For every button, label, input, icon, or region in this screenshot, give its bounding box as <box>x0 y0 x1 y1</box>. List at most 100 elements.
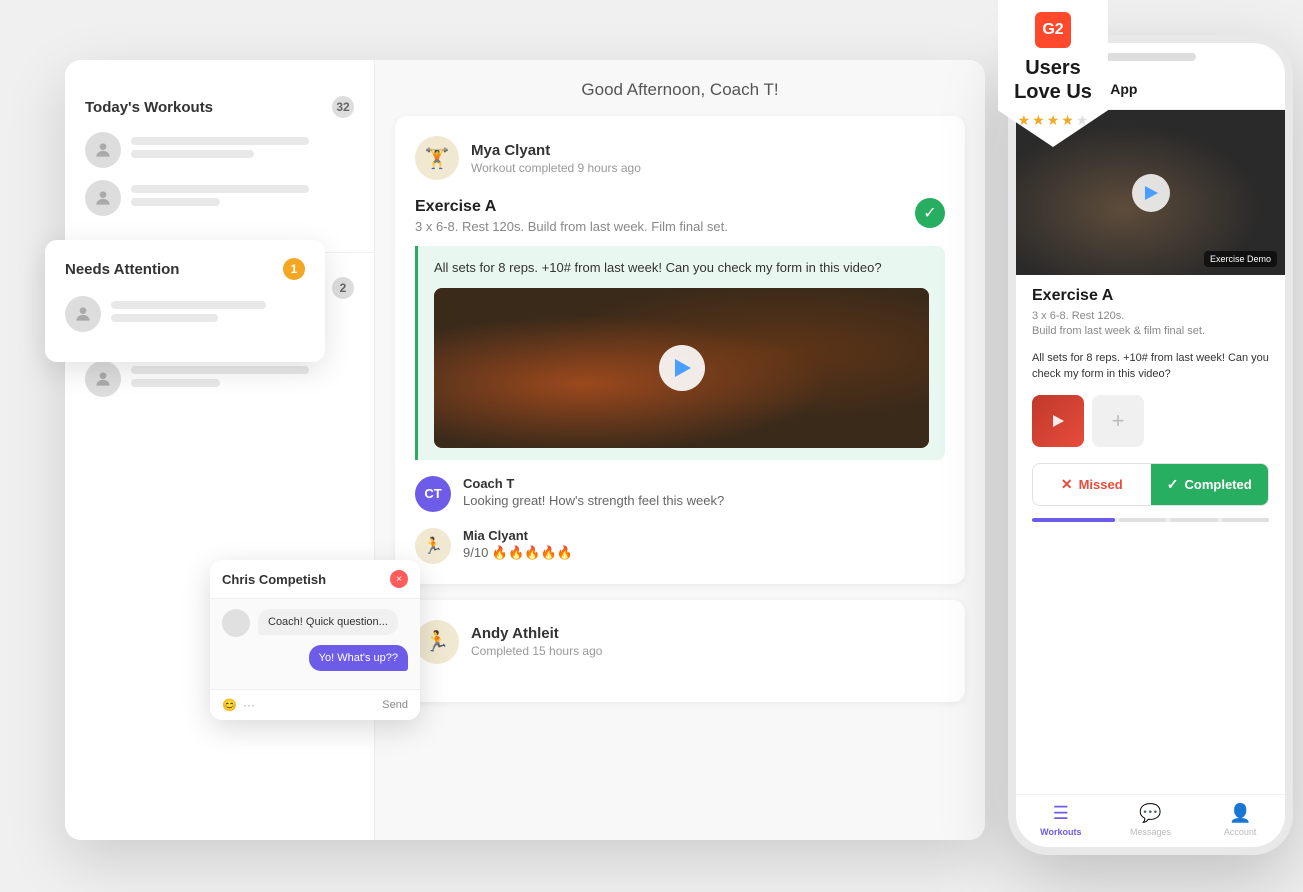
skeleton-line <box>131 366 309 374</box>
needs-attention-count: 1 <box>283 258 305 280</box>
completed-label: Completed <box>1185 477 1252 492</box>
completed-check-icon: ✓ <box>915 198 945 228</box>
phone-exercise-sub2: Build from last week & film final set. <box>1032 325 1205 337</box>
account-nav-label: Account <box>1224 827 1257 837</box>
completed-button[interactable]: ✓ Completed <box>1151 464 1269 505</box>
chat-bubble-received: Coach! Quick question... <box>258 609 398 635</box>
chat-message-received: Coach! Quick question... <box>222 609 408 637</box>
client-comment-row: 🏃 Mia Clyant 9/10 🔥🔥🔥🔥🔥 <box>415 528 945 564</box>
todays-workouts-section: Today's Workouts 32 <box>65 80 374 244</box>
card-user-subtitle-2: Completed 15 hours ago <box>471 644 602 658</box>
missed-button[interactable]: ✕ Missed <box>1033 464 1151 505</box>
chat-message-sent-row: Yo! What's up?? <box>222 645 408 671</box>
chat-widget: Chris Competish × Coach! Quick question.… <box>210 560 420 720</box>
progress-segment-2 <box>1170 518 1217 522</box>
video-thumbnail[interactable] <box>434 288 929 448</box>
card-user-subtitle: Workout completed 9 hours ago <box>471 161 641 175</box>
skeleton-2 <box>131 185 354 211</box>
reminders-count: 2 <box>332 277 354 299</box>
reminder-avatar-2 <box>85 361 121 397</box>
chat-send-button[interactable]: Send <box>382 699 408 711</box>
card-user-info-2: Andy Athleit Completed 15 hours ago <box>471 625 602 658</box>
phone-video-thumb[interactable] <box>1032 395 1084 447</box>
coach-comment-row: CT Coach T Looking great! How's strength… <box>415 476 945 512</box>
reminder-skeleton-2 <box>131 366 354 392</box>
chat-bubble-sent: Yo! What's up?? <box>309 645 408 671</box>
skeleton-line <box>111 301 266 309</box>
g2-logo: G2 <box>1035 12 1071 48</box>
missed-x-icon: ✕ <box>1061 476 1073 493</box>
coach-avatar: CT <box>415 476 451 512</box>
completed-check-icon: ✓ <box>1167 476 1179 493</box>
needs-attention-title: Needs Attention <box>65 261 179 278</box>
skeleton-line <box>111 314 218 322</box>
g2-badge-text: UsersLove Us <box>1014 56 1092 104</box>
todays-workouts-header: Today's Workouts 32 <box>85 96 354 118</box>
phone-thumb-row: + <box>1032 395 1269 447</box>
needs-attention-item[interactable] <box>65 296 305 332</box>
client-avatar: 🏃 <box>415 528 451 564</box>
exercise-title: Exercise A <box>415 198 728 216</box>
phone-content: Exercise A 3 x 6-8. Rest 120s. Build fro… <box>1016 275 1285 794</box>
phone-video-overlay-text: Exercise Demo <box>1204 251 1277 267</box>
star-3: ★ <box>1047 112 1060 129</box>
video-play-button[interactable] <box>659 345 705 391</box>
exercise-header: Exercise A 3 x 6-8. Rest 120s. Build fro… <box>415 198 945 234</box>
mobile-phone: 🏋️ Client App Exercise Demo Exercise A 3… <box>1008 35 1293 855</box>
mya-avatar: 🏋️ <box>415 136 459 180</box>
phone-exercise-title: Exercise A <box>1032 287 1269 305</box>
card-user-name: Mya Clyant <box>471 142 641 159</box>
client-comment-name: Mia Clyant <box>463 528 573 543</box>
phone-exercise-sub1: 3 x 6-8. Rest 120s. <box>1032 310 1124 322</box>
client-message-text: All sets for 8 reps. +10# from last week… <box>434 258 929 278</box>
messages-nav-label: Messages <box>1130 827 1171 837</box>
avatar-1 <box>85 132 121 168</box>
phone-screen: 🏋️ Client App Exercise Demo Exercise A 3… <box>1016 67 1285 841</box>
reminder-item-2[interactable] <box>85 361 354 397</box>
progress-segment-active <box>1032 518 1115 522</box>
workouts-nav-icon: ☰ <box>1053 803 1069 824</box>
card-user-row: 🏋️ Mya Clyant Workout completed 9 hours … <box>415 136 945 180</box>
phone-nav-workouts[interactable]: ☰ Workouts <box>1016 803 1106 837</box>
skeleton-line <box>131 185 309 193</box>
client-rating-text: 9/10 🔥🔥🔥🔥🔥 <box>463 545 573 561</box>
g2-badge: G2 UsersLove Us ★ ★ ★ ★ ★ <box>998 0 1108 147</box>
avatar-2 <box>85 180 121 216</box>
phone-nav-messages[interactable]: 💬 Messages <box>1106 803 1196 837</box>
todays-workouts-label: Today's Workouts <box>85 99 213 116</box>
chat-close-button[interactable]: × <box>390 570 408 588</box>
card-user-name-2: Andy Athleit <box>471 625 602 642</box>
workout-list-item-2[interactable] <box>85 180 354 216</box>
missed-label: Missed <box>1079 477 1123 492</box>
progress-segment-3 <box>1222 518 1269 522</box>
star-5: ★ <box>1076 112 1089 129</box>
main-content: Good Afternoon, Coach T! 🏋️ Mya Clyant W… <box>375 60 985 840</box>
workout-list-item-1[interactable] <box>85 132 354 168</box>
card-user-row-2: 🏃 Andy Athleit Completed 15 hours ago <box>415 620 945 664</box>
phone-video-play-button[interactable] <box>1132 174 1170 212</box>
chat-more-icon[interactable]: ··· <box>243 698 255 712</box>
account-nav-icon: 👤 <box>1229 803 1251 824</box>
phone-message-text: All sets for 8 reps. +10# from last week… <box>1032 350 1269 383</box>
phone-play-triangle-icon <box>1145 186 1158 200</box>
needs-attention-box: Needs Attention 1 <box>45 240 325 362</box>
g2-badge-shape: G2 UsersLove Us ★ ★ ★ ★ ★ <box>998 0 1108 147</box>
chat-body: Coach! Quick question... Yo! What's up?? <box>210 599 420 689</box>
workout-card-1: 🏋️ Mya Clyant Workout completed 9 hours … <box>395 116 965 584</box>
star-2: ★ <box>1032 112 1045 129</box>
skeleton-1 <box>131 137 354 163</box>
star-4: ★ <box>1061 112 1074 129</box>
coach-comment-info: Coach T Looking great! How's strength fe… <box>463 476 724 508</box>
chat-header: Chris Competish × <box>210 560 420 599</box>
chat-input-area: 😊 ··· <box>222 698 255 712</box>
chat-emoji-icon[interactable]: 😊 <box>222 698 237 712</box>
phone-exercise-sub: 3 x 6-8. Rest 120s. Build from last week… <box>1032 309 1269 340</box>
phone-nav-account[interactable]: 👤 Account <box>1195 803 1285 837</box>
chat-sender-avatar <box>222 609 250 637</box>
phone-thumb-add-button[interactable]: + <box>1092 395 1144 447</box>
star-1: ★ <box>1018 112 1031 129</box>
workout-card-2: 🏃 Andy Athleit Completed 15 hours ago <box>395 600 965 702</box>
needs-attention-header: Needs Attention 1 <box>65 258 305 280</box>
skeleton-line <box>131 137 309 145</box>
needs-attention-skeleton <box>111 301 305 327</box>
